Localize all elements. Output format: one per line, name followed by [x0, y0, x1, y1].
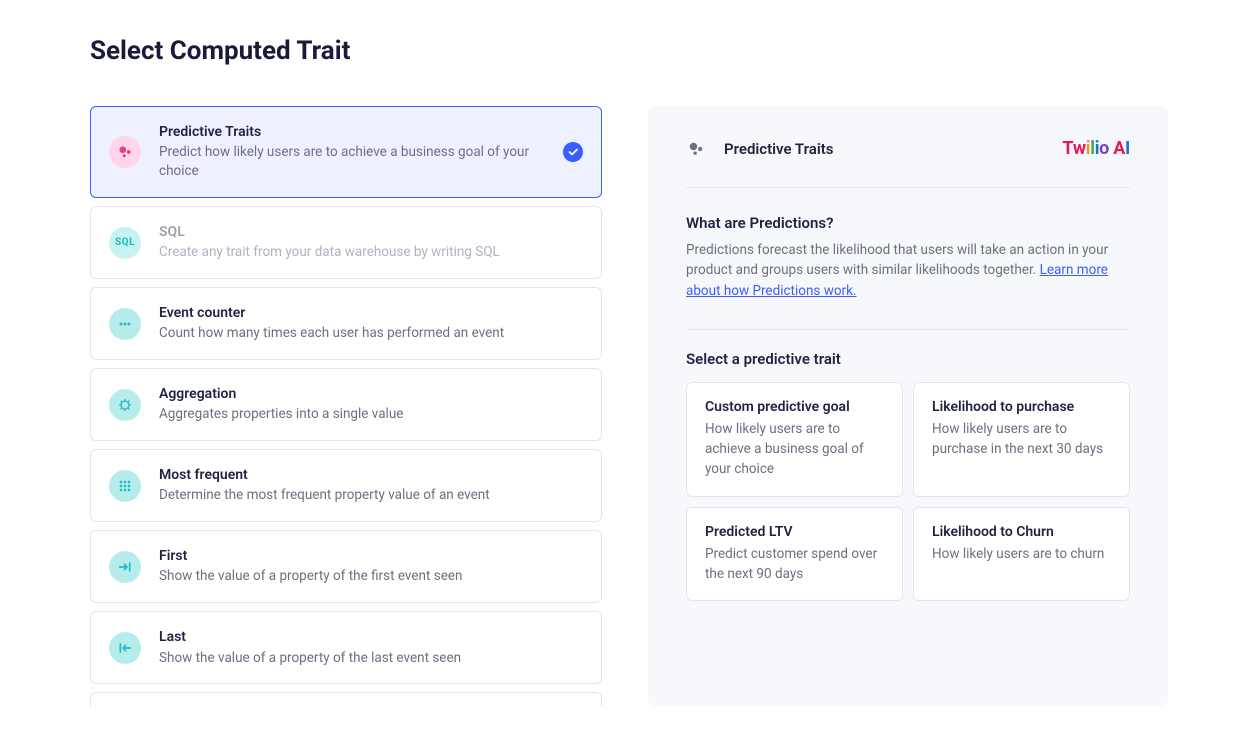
trait-item-sql: SQL SQL Create any trait from your data … — [90, 206, 602, 279]
trait-item-predictive[interactable]: Predictive Traits Predict how likely use… — [90, 106, 602, 198]
option-likelihood-churn[interactable]: Likelihood to Churn How likely users are… — [913, 507, 1130, 602]
grid-icon — [109, 470, 141, 502]
option-title: Predicted LTV — [705, 524, 884, 540]
predictive-icon — [109, 136, 141, 168]
select-heading: Select a predictive trait — [686, 350, 1130, 368]
option-desc: How likely users are to achieve a busine… — [705, 419, 884, 480]
trait-title: Last — [159, 628, 583, 646]
option-title: Custom predictive goal — [705, 399, 884, 415]
trait-title: Most frequent — [159, 466, 583, 484]
option-desc: How likely users are to churn — [932, 544, 1111, 564]
trait-desc: Predict how likely users are to achieve … — [159, 143, 551, 181]
trait-title: SQL — [159, 223, 583, 241]
option-desc: Predict customer spend over the next 90 … — [705, 544, 884, 585]
panel-title: Predictive Traits — [724, 140, 833, 158]
trait-item-first[interactable]: First Show the value of a property of th… — [90, 530, 602, 603]
selected-check-icon — [563, 142, 583, 162]
trait-title: Predictive Traits — [159, 123, 551, 141]
trait-desc: Create any trait from your data warehous… — [159, 243, 583, 262]
sql-icon: SQL — [109, 227, 141, 259]
trait-title: Aggregation — [159, 385, 583, 403]
trait-list-column: Predictive Traits Predict how likely use… — [90, 106, 610, 706]
option-custom-goal[interactable]: Custom predictive goal How likely users … — [686, 382, 903, 497]
trait-item-last[interactable]: Last Show the value of a property of the… — [90, 611, 602, 684]
trait-list-scroll[interactable]: Predictive Traits Predict how likely use… — [90, 106, 610, 706]
panel-header: Predictive Traits Twilio AI — [686, 138, 1130, 188]
trait-item-aggregation[interactable]: Aggregation Aggregates properties into a… — [90, 368, 602, 441]
counter-icon — [109, 308, 141, 340]
arrow-right-to-line-icon — [109, 551, 141, 583]
trait-desc: Show the value of a property of the firs… — [159, 567, 583, 586]
option-predicted-ltv[interactable]: Predicted LTV Predict customer spend ove… — [686, 507, 903, 602]
trait-item-frequent[interactable]: Most frequent Determine the most frequen… — [90, 449, 602, 522]
what-body: Predictions forecast the likelihood that… — [686, 240, 1130, 301]
trait-desc: Count how many times each user has perfo… — [159, 324, 583, 343]
trait-desc: Aggregates properties into a single valu… — [159, 405, 583, 424]
predictive-options-grid: Custom predictive goal How likely users … — [686, 382, 1130, 601]
arrow-left-to-line-icon — [109, 632, 141, 664]
option-title: Likelihood to Churn — [932, 524, 1111, 540]
predictive-icon — [686, 139, 706, 159]
trait-item-unique[interactable]: Unique list — [90, 692, 602, 706]
twilio-ai-brand: Twilio AI — [1062, 138, 1130, 159]
trait-desc: Determine the most frequent property val… — [159, 486, 583, 505]
option-likelihood-purchase[interactable]: Likelihood to purchase How likely users … — [913, 382, 1130, 497]
aggregation-icon — [109, 389, 141, 421]
trait-title: Event counter — [159, 304, 583, 322]
trait-desc: Show the value of a property of the last… — [159, 649, 583, 668]
option-desc: How likely users are to purchase in the … — [932, 419, 1111, 460]
trait-item-counter[interactable]: Event counter Count how many times each … — [90, 287, 602, 360]
option-title: Likelihood to purchase — [932, 399, 1111, 415]
page-title: Select Computed Trait — [90, 36, 1168, 66]
details-panel: Predictive Traits Twilio AI What are Pre… — [648, 106, 1168, 706]
trait-title: First — [159, 547, 583, 565]
what-heading: What are Predictions? — [686, 214, 1130, 232]
divider — [686, 329, 1130, 330]
